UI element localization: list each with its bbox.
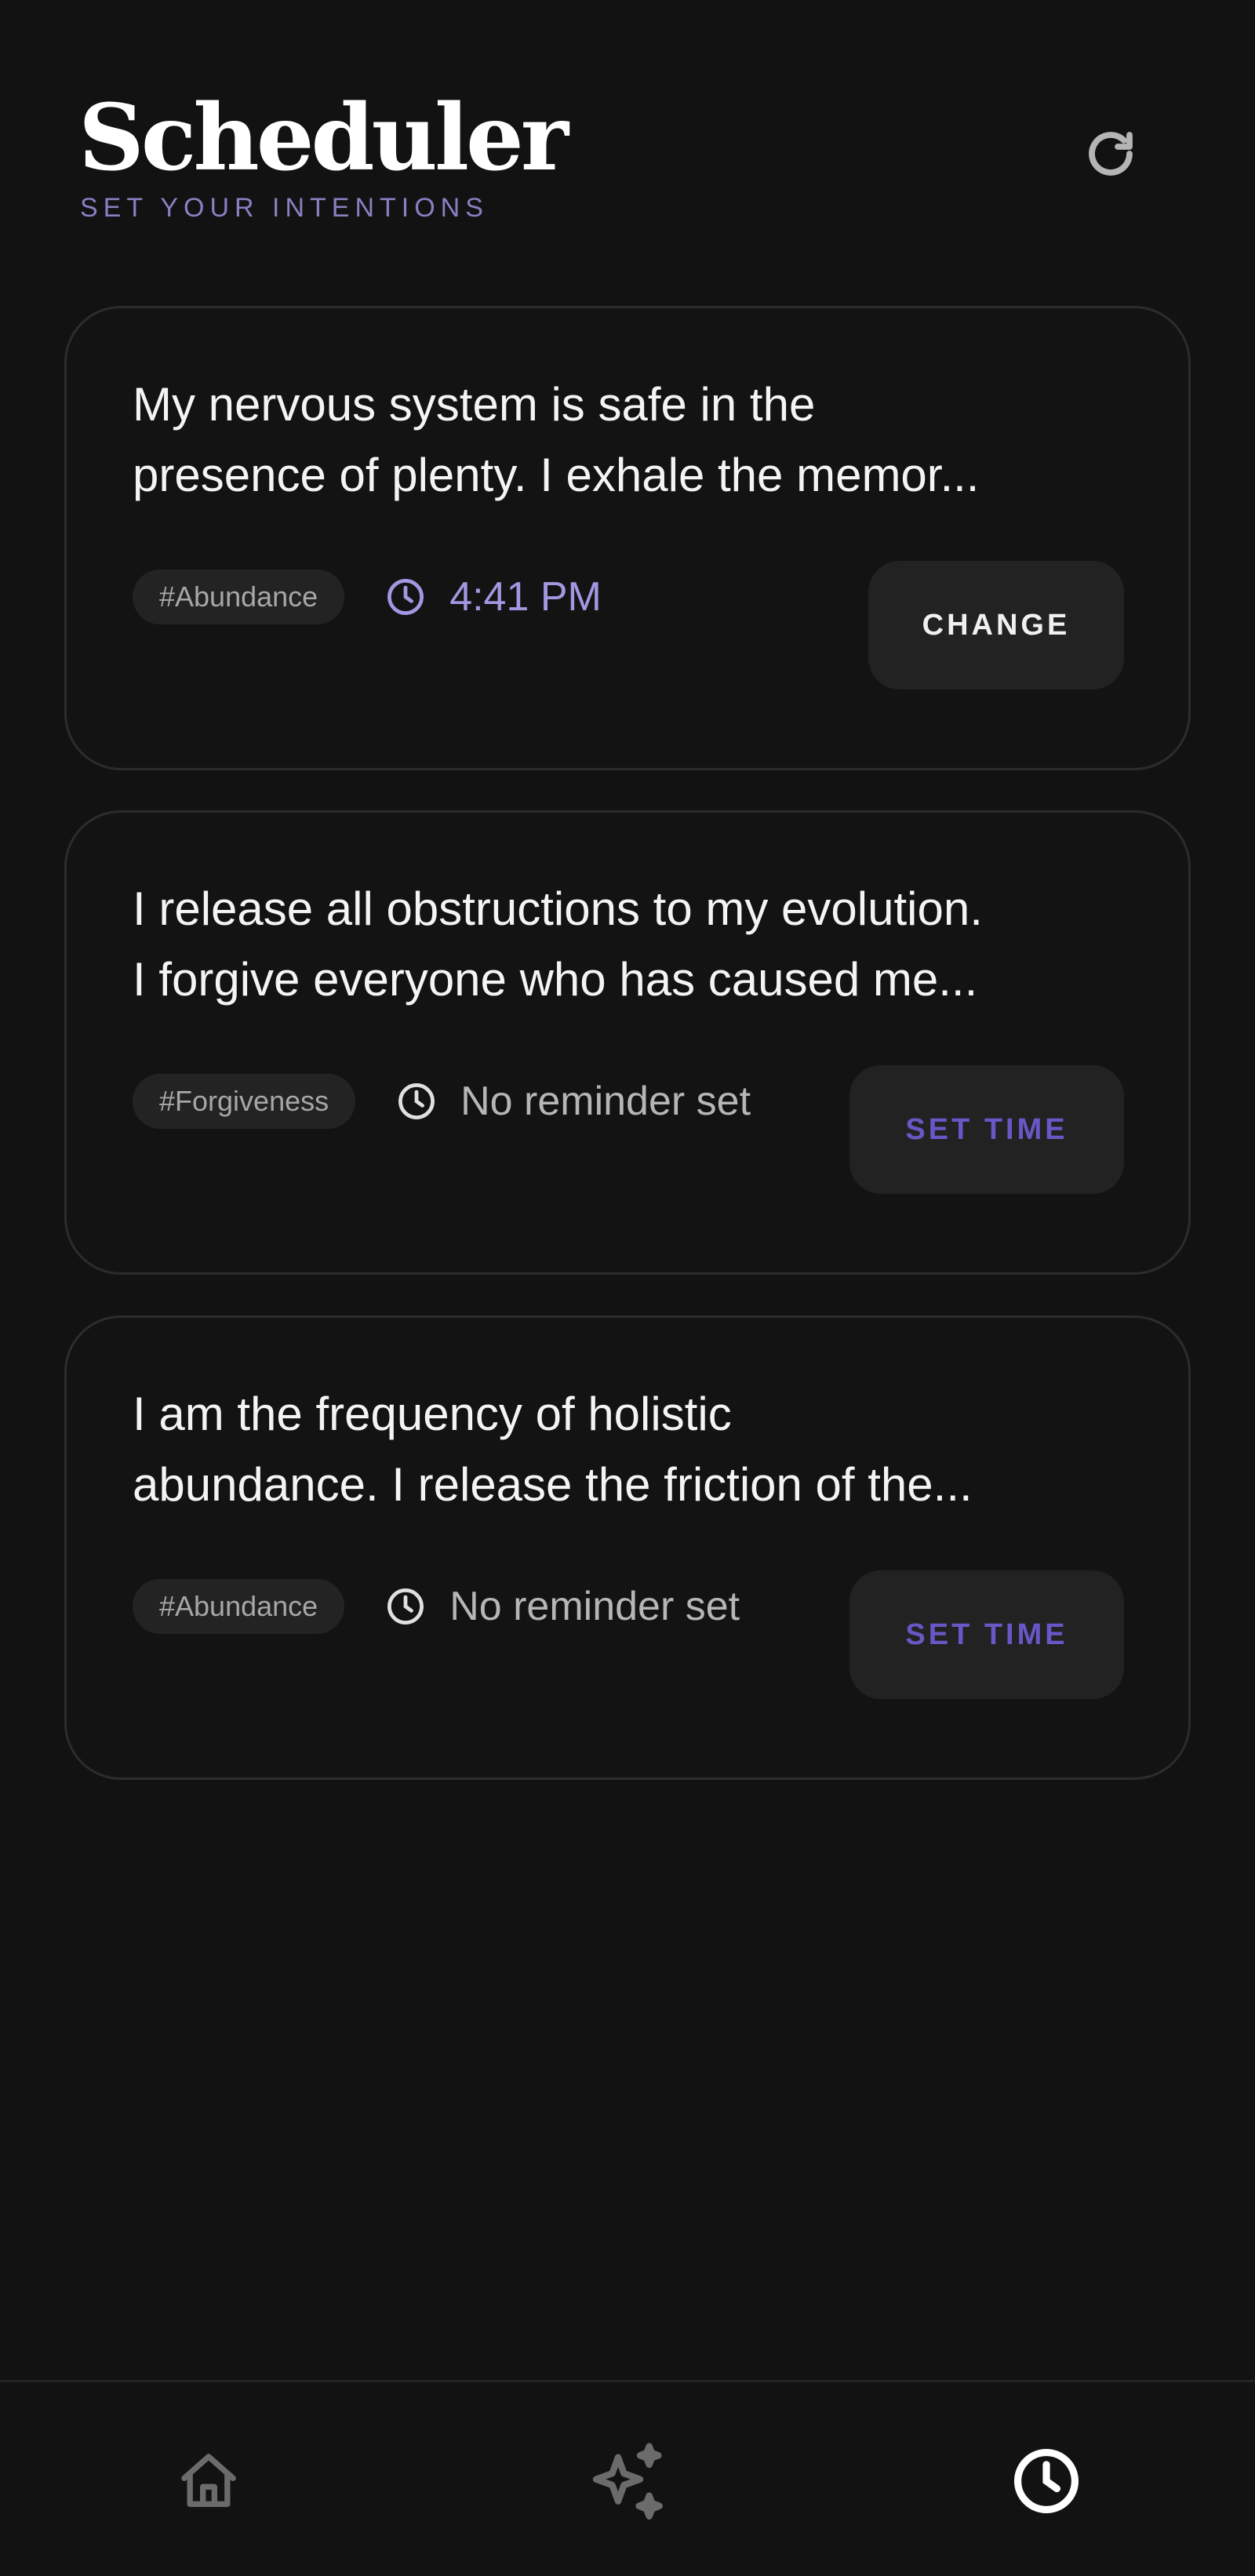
reminder-status: No reminder set: [449, 1584, 740, 1629]
intention-text-line: I release all obstructions to my evoluti…: [133, 882, 983, 935]
scheduler-screen: Scheduler SET YOUR INTENTIONS My nervous…: [0, 0, 1255, 2576]
nav-scheduler[interactable]: [991, 2426, 1101, 2536]
intention-card[interactable]: My nervous system is safe in the presenc…: [64, 306, 1191, 770]
intention-text-line: I am the frequency of holistic: [133, 1388, 732, 1440]
sparkles-icon: [592, 2443, 663, 2520]
card-meta: #Abundance 4:41 PM: [133, 569, 602, 625]
reminder-time: 4:41 PM: [449, 574, 602, 620]
tag-badge: #Forgiveness: [133, 1074, 356, 1129]
header: Scheduler SET YOUR INTENTIONS: [78, 86, 1177, 235]
intention-text: I release all obstructions to my evoluti…: [133, 874, 1144, 1015]
intention-card[interactable]: I am the frequency of holistic abundance…: [64, 1315, 1191, 1780]
refresh-button[interactable]: [1073, 116, 1148, 191]
page-title: Scheduler: [78, 85, 569, 191]
intention-text-line: presence of plenty. I exhale the memor..…: [133, 449, 980, 501]
clock-icon: [1013, 2448, 1079, 2514]
intention-text-line: I forgive everyone who has caused me...: [133, 953, 978, 1006]
bottom-nav: [0, 2380, 1255, 2576]
intention-card[interactable]: I release all obstructions to my evoluti…: [64, 810, 1191, 1275]
change-time-button[interactable]: CHANGE: [868, 561, 1124, 689]
page-subtitle: SET YOUR INTENTIONS: [80, 193, 489, 223]
clock-icon: [395, 1079, 438, 1123]
reminder-status: No reminder set: [460, 1079, 751, 1124]
set-time-button[interactable]: SET TIME: [849, 1570, 1124, 1699]
intention-text-line: My nervous system is safe in the: [133, 378, 816, 431]
home-icon: [181, 2454, 236, 2507]
refresh-icon: [1089, 132, 1133, 176]
clock-icon: [384, 1585, 427, 1628]
nav-affirmations[interactable]: [574, 2426, 684, 2536]
tag-badge: #Abundance: [133, 569, 345, 624]
set-time-button[interactable]: SET TIME: [849, 1065, 1124, 1194]
tag-badge: #Abundance: [133, 1579, 345, 1634]
intention-text: I am the frequency of holistic abundance…: [133, 1379, 1144, 1520]
clock-icon: [384, 575, 427, 619]
intention-text-line: abundance. I release the friction of the…: [133, 1458, 973, 1511]
card-meta: #Forgiveness No reminder set: [133, 1073, 751, 1130]
nav-home[interactable]: [154, 2426, 264, 2536]
card-meta: #Abundance No reminder set: [133, 1578, 740, 1635]
intention-text: My nervous system is safe in the presenc…: [133, 369, 1144, 511]
